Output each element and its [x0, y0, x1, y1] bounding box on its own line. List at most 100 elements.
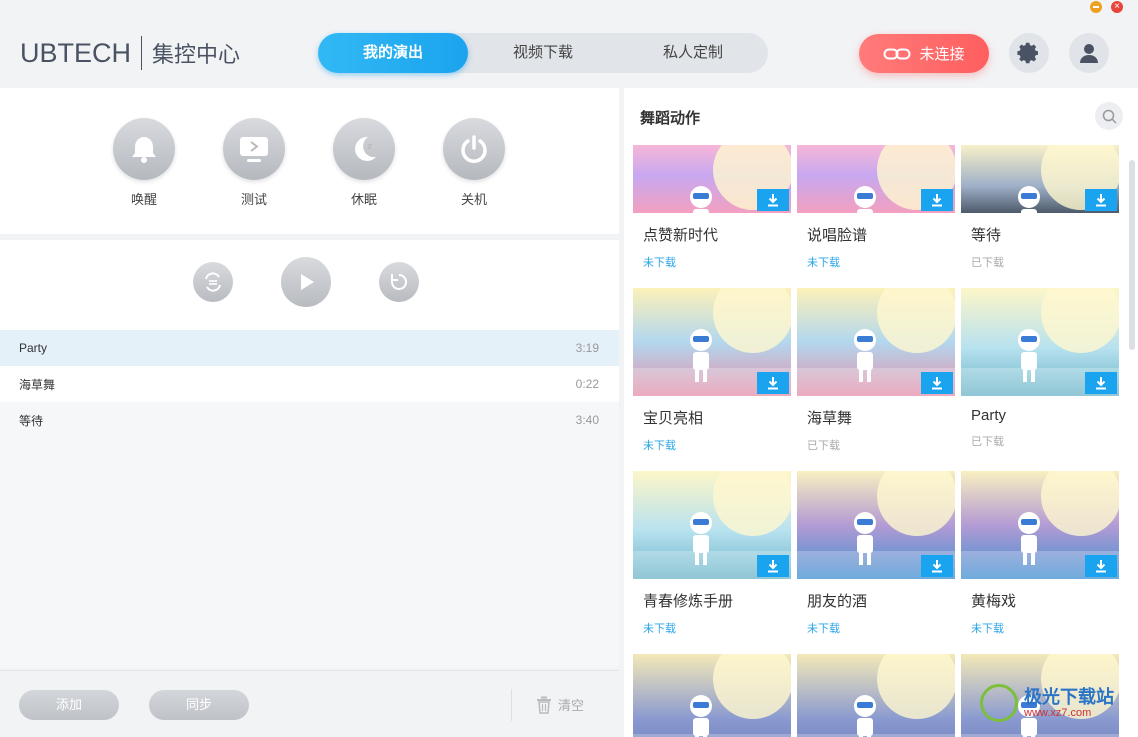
clear-label: 清空 — [558, 698, 585, 713]
trash-icon — [537, 696, 551, 714]
reset-icon — [391, 273, 408, 290]
dance-card[interactable]: 点赞新时代 未下载 — [633, 145, 791, 270]
download-button[interactable] — [1085, 372, 1117, 394]
dance-thumbnail[interactable] — [633, 145, 791, 213]
download-status: 已下载 — [807, 440, 840, 452]
logo-brand: UBTECH — [20, 37, 132, 68]
test-command[interactable]: 测试 — [219, 118, 289, 208]
reset-button[interactable] — [379, 262, 419, 302]
download-icon — [1096, 560, 1106, 573]
dance-thumbnail[interactable] — [797, 288, 955, 396]
tab-custom[interactable]: 私人定制 — [618, 33, 768, 73]
search-button[interactable] — [1095, 102, 1123, 130]
app-logo: UBTECH 集控中心 — [20, 36, 240, 70]
dance-thumbnail[interactable] — [961, 288, 1119, 396]
dance-card[interactable]: 宝贝亮相 未下载 — [633, 288, 791, 453]
sleep-command[interactable]: z 休眠 — [329, 118, 399, 208]
sleep-button[interactable]: z — [333, 118, 395, 180]
download-status: 未下载 — [643, 257, 676, 269]
shutdown-command[interactable]: 关机 — [439, 118, 509, 208]
dance-name: 海草舞 — [807, 410, 853, 427]
connect-button[interactable]: 未连接 — [859, 34, 989, 73]
dance-card[interactable]: 青春修炼手册 未下载 — [633, 471, 791, 636]
download-status: 已下载 — [971, 257, 1004, 269]
song-name: Party — [19, 341, 48, 355]
scrollbar[interactable] — [1129, 160, 1135, 350]
sleep-label: 休眠 — [350, 192, 377, 207]
dance-thumbnail[interactable] — [797, 654, 955, 737]
play-button[interactable] — [281, 257, 331, 307]
screen-icon — [240, 137, 268, 162]
dance-thumbnail[interactable] — [633, 654, 791, 737]
connect-label: 未连接 — [919, 46, 965, 63]
list-item[interactable]: 海草舞 0:22 — [0, 366, 619, 402]
loop-button[interactable] — [193, 262, 233, 302]
gear-icon — [1017, 42, 1038, 64]
link-icon — [883, 48, 911, 59]
wake-button[interactable] — [113, 118, 175, 180]
watermark: 极光下载站 www.xz7.com — [980, 684, 1114, 722]
dance-name: 说唱脸谱 — [807, 227, 868, 244]
logo-divider — [141, 36, 143, 70]
add-button[interactable]: 添加 — [19, 690, 119, 720]
dance-thumbnail[interactable] — [797, 471, 955, 579]
dance-thumbnail[interactable] — [633, 288, 791, 396]
dance-card[interactable]: 海草舞 已下载 — [797, 288, 955, 453]
dance-name: Party — [971, 407, 1007, 424]
minimize-button[interactable] — [1090, 1, 1102, 13]
dance-card[interactable]: Party 已下载 — [961, 288, 1119, 449]
loop-icon — [205, 272, 221, 292]
download-button[interactable] — [921, 189, 953, 211]
sync-button[interactable]: 同步 — [149, 690, 249, 720]
robot-command-panel: 唤醒 测试 z 休眠 关机 — [0, 88, 619, 234]
download-icon — [932, 560, 942, 573]
dance-thumbnail[interactable] — [961, 471, 1119, 579]
wake-command[interactable]: 唤醒 — [109, 118, 179, 208]
shutdown-button[interactable] — [443, 118, 505, 180]
dance-thumbnail[interactable] — [961, 145, 1119, 213]
dance-thumbnail[interactable] — [633, 471, 791, 579]
dance-card[interactable]: 黄梅戏 未下载 — [961, 471, 1119, 636]
watermark-url: www.xz7.com — [1024, 706, 1092, 719]
download-icon — [1096, 377, 1106, 390]
footer-divider — [511, 689, 512, 721]
download-button[interactable] — [757, 189, 789, 211]
download-button[interactable] — [1085, 555, 1117, 577]
download-button[interactable] — [757, 555, 789, 577]
robot-illustration — [633, 654, 791, 737]
play-icon — [301, 274, 314, 290]
dance-card[interactable] — [633, 654, 791, 737]
download-status: 未下载 — [643, 623, 676, 635]
download-button[interactable] — [757, 372, 789, 394]
download-button[interactable] — [1085, 189, 1117, 211]
tab-video-download[interactable]: 视频下载 — [468, 33, 618, 73]
dance-card[interactable]: 等待 已下载 — [961, 145, 1119, 270]
download-icon — [768, 377, 778, 390]
panel-title: 舞蹈动作 — [640, 110, 701, 127]
download-icon — [768, 194, 778, 207]
dance-name: 点赞新时代 — [643, 227, 719, 244]
close-button[interactable]: × — [1111, 1, 1123, 13]
settings-button[interactable] — [1009, 33, 1049, 73]
logo-subtitle: 集控中心 — [152, 42, 241, 67]
dance-thumbnail[interactable] — [797, 145, 955, 213]
playlist: Party 3:19 海草舞 0:22 等待 3:40 — [0, 330, 619, 438]
watermark-logo-icon — [980, 684, 1018, 722]
clear-button[interactable]: 清空 — [536, 695, 584, 714]
list-item[interactable]: 等待 3:40 — [0, 402, 619, 438]
dance-name: 青春修炼手册 — [643, 593, 734, 610]
test-button[interactable] — [223, 118, 285, 180]
tab-my-performance[interactable]: 我的演出 — [318, 33, 468, 73]
dance-library-panel: 舞蹈动作 点赞新时代 未下载 说唱脸谱 未下载 等待 已下载 宝贝亮相 未下载 海草舞 已下载 Pa… — [624, 88, 1138, 737]
user-button[interactable] — [1069, 33, 1109, 73]
download-button[interactable] — [921, 555, 953, 577]
song-name: 等待 — [19, 413, 44, 428]
dance-card[interactable]: 朋友的酒 未下载 — [797, 471, 955, 636]
dance-card[interactable] — [797, 654, 955, 737]
robot-illustration — [797, 654, 955, 737]
list-item[interactable]: Party 3:19 — [0, 330, 619, 366]
dance-card[interactable]: 说唱脸谱 未下载 — [797, 145, 955, 270]
dance-name: 等待 — [971, 227, 1002, 244]
song-duration: 3:19 — [575, 341, 599, 355]
download-button[interactable] — [921, 372, 953, 394]
